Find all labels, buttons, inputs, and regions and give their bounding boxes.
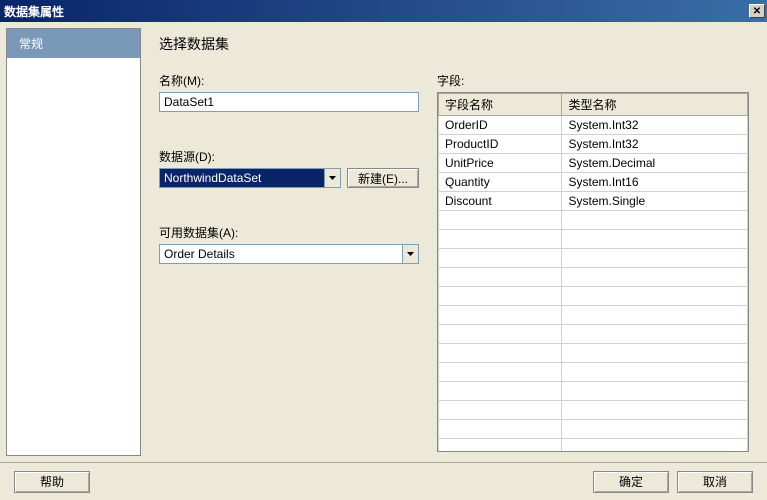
cell-fieldname [439, 401, 562, 420]
table-row[interactable]: DiscountSystem.Single [439, 192, 748, 211]
chevron-down-icon [407, 252, 414, 256]
cell-fieldname [439, 230, 562, 249]
main-panel: 选择数据集 名称(M): 数据源(D): NorthwindDataSet 新建… [141, 22, 767, 462]
name-input[interactable] [159, 92, 419, 112]
table-row[interactable] [439, 363, 748, 382]
grid-header-row: 字段名称 类型名称 [439, 94, 748, 116]
cell-fieldname [439, 249, 562, 268]
cell-typename: System.Single [562, 192, 748, 211]
cell-typename [562, 306, 748, 325]
table-row[interactable]: UnitPriceSystem.Decimal [439, 154, 748, 173]
fields-grid: 字段名称 类型名称 OrderIDSystem.Int32ProductIDSy… [438, 93, 748, 452]
title-bar: 数据集属性 ✕ [0, 0, 767, 22]
content-area: 常规 选择数据集 名称(M): 数据源(D): NorthwindDataSet [0, 22, 767, 462]
cell-typename [562, 344, 748, 363]
sidebar-item-label: 常规 [19, 37, 43, 51]
table-row[interactable] [439, 306, 748, 325]
title-text: 数据集属性 [4, 3, 64, 20]
cell-typename: System.Int32 [562, 135, 748, 154]
new-button[interactable]: 新建(E)... [347, 168, 419, 188]
table-row[interactable] [439, 287, 748, 306]
cell-fieldname: ProductID [439, 135, 562, 154]
page-title: 选择数据集 [159, 34, 749, 54]
cell-typename [562, 439, 748, 453]
cell-typename [562, 420, 748, 439]
cell-typename [562, 382, 748, 401]
table-row[interactable] [439, 401, 748, 420]
cell-typename [562, 211, 748, 230]
ok-button[interactable]: 确定 [593, 471, 669, 493]
grid-header-fieldname[interactable]: 字段名称 [439, 94, 562, 116]
available-value: Order Details [160, 245, 402, 263]
cell-typename [562, 401, 748, 420]
cell-typename [562, 363, 748, 382]
datasource-combo[interactable]: NorthwindDataSet [159, 168, 341, 188]
cell-fieldname [439, 211, 562, 230]
name-label: 名称(M): [159, 72, 419, 89]
table-row[interactable]: OrderIDSystem.Int32 [439, 116, 748, 135]
table-row[interactable]: QuantitySystem.Int16 [439, 173, 748, 192]
datasource-value: NorthwindDataSet [160, 169, 324, 187]
table-row[interactable] [439, 344, 748, 363]
cell-fieldname [439, 363, 562, 382]
cell-fieldname [439, 420, 562, 439]
help-button[interactable]: 帮助 [14, 471, 90, 493]
cell-typename [562, 325, 748, 344]
table-row[interactable] [439, 382, 748, 401]
grid-header-typename[interactable]: 类型名称 [562, 94, 748, 116]
cell-fieldname [439, 382, 562, 401]
table-row[interactable] [439, 268, 748, 287]
close-icon: ✕ [753, 6, 761, 17]
table-row[interactable] [439, 439, 748, 453]
cell-fieldname: OrderID [439, 116, 562, 135]
datasource-label: 数据源(D): [159, 148, 419, 165]
dropdown-button[interactable] [402, 245, 418, 263]
cell-typename: System.Int32 [562, 116, 748, 135]
cell-fieldname [439, 268, 562, 287]
fields-label: 字段: [437, 72, 749, 89]
fields-grid-container: 字段名称 类型名称 OrderIDSystem.Int32ProductIDSy… [437, 92, 749, 452]
cell-typename: System.Int16 [562, 173, 748, 192]
chevron-down-icon [329, 176, 336, 180]
cell-fieldname: UnitPrice [439, 154, 562, 173]
footer: 帮助 确定 取消 [0, 462, 767, 500]
close-button[interactable]: ✕ [749, 4, 765, 18]
cancel-button[interactable]: 取消 [677, 471, 753, 493]
cell-typename: System.Decimal [562, 154, 748, 173]
dropdown-button[interactable] [324, 169, 340, 187]
cell-fieldname [439, 344, 562, 363]
cell-fieldname: Discount [439, 192, 562, 211]
cell-fieldname [439, 325, 562, 344]
cell-typename [562, 230, 748, 249]
cell-typename [562, 249, 748, 268]
available-label: 可用数据集(A): [159, 224, 419, 241]
cell-typename [562, 268, 748, 287]
cell-fieldname [439, 439, 562, 453]
cell-fieldname: Quantity [439, 173, 562, 192]
available-combo[interactable]: Order Details [159, 244, 419, 264]
table-row[interactable] [439, 211, 748, 230]
sidebar: 常规 [6, 28, 141, 456]
table-row[interactable] [439, 249, 748, 268]
table-row[interactable] [439, 325, 748, 344]
table-row[interactable] [439, 230, 748, 249]
cell-fieldname [439, 306, 562, 325]
cell-typename [562, 287, 748, 306]
table-row[interactable] [439, 420, 748, 439]
table-row[interactable]: ProductIDSystem.Int32 [439, 135, 748, 154]
cell-fieldname [439, 287, 562, 306]
sidebar-item-general[interactable]: 常规 [7, 29, 140, 58]
